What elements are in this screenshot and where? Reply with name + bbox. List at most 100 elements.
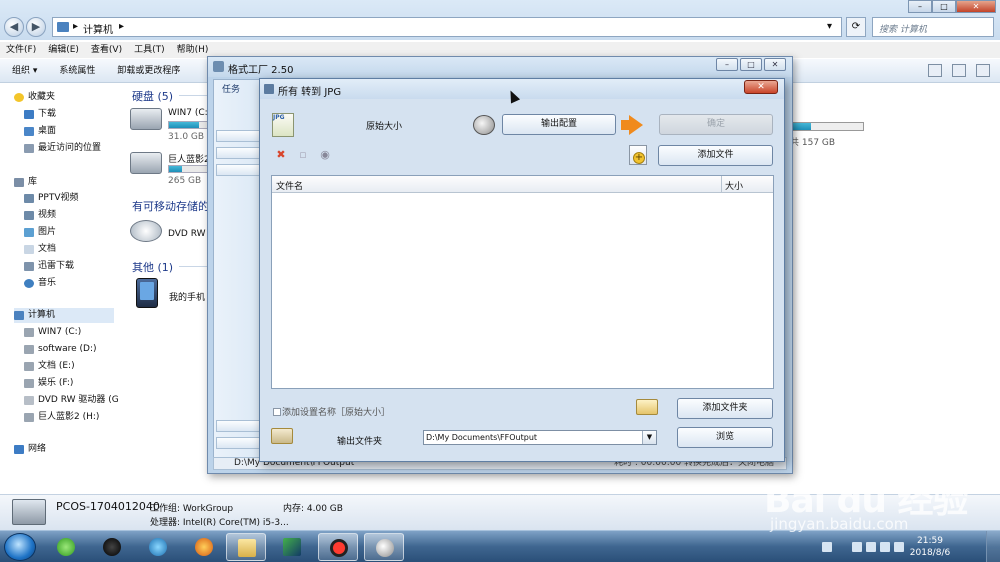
network-icon[interactable] bbox=[880, 542, 890, 552]
drive-capacity-text: 共 157 GB bbox=[790, 138, 836, 148]
add-folder-button[interactable]: 添加文件夹 bbox=[677, 398, 773, 419]
organize-button[interactable]: 组织 ▾ bbox=[12, 59, 37, 82]
formatfactory-titlebar[interactable]: 格式工厂 2.50 – □ ✕ bbox=[208, 57, 792, 77]
minimize-button[interactable]: – bbox=[716, 58, 738, 71]
close-button[interactable]: ✕ bbox=[764, 58, 786, 71]
add-file-button[interactable]: 添加文件 bbox=[658, 145, 773, 166]
help-icon[interactable] bbox=[976, 64, 990, 77]
drive-icon bbox=[130, 108, 162, 130]
start-button[interactable] bbox=[4, 533, 36, 561]
maximize-button[interactable]: □ bbox=[932, 0, 956, 13]
menu-help[interactable]: 帮助(H) bbox=[177, 42, 209, 58]
video-library-icon bbox=[24, 211, 34, 220]
close-button[interactable]: ✕ bbox=[956, 0, 996, 13]
drive-h[interactable]: 巨人蓝影2 265 GB bbox=[130, 152, 210, 188]
task-label[interactable]: 任务 bbox=[222, 82, 240, 95]
minimize-button[interactable]: – bbox=[908, 0, 932, 13]
forward-button[interactable]: ▶ bbox=[26, 17, 46, 37]
taskbar-app-formatfactory[interactable] bbox=[364, 533, 404, 561]
network-icon bbox=[14, 445, 24, 454]
back-button[interactable]: ◀ bbox=[4, 17, 24, 37]
taskbar-app-qq[interactable] bbox=[92, 533, 132, 561]
drive-c[interactable]: WIN7 (C: 31.0 GB bbox=[130, 108, 210, 144]
address-crumb-computer[interactable]: 计算机 bbox=[83, 21, 113, 36]
sidebar-item-computer[interactable]: 计算机 bbox=[14, 308, 114, 323]
download-icon bbox=[24, 110, 34, 119]
taskbar-app-360[interactable] bbox=[46, 533, 86, 561]
formatfactory-icon bbox=[213, 61, 224, 72]
arrow-right-icon bbox=[621, 115, 643, 135]
column-filename[interactable]: 文件名 bbox=[276, 179, 303, 192]
refresh-button[interactable]: ⟳ bbox=[846, 17, 866, 37]
menu-file[interactable]: 文件(F) bbox=[6, 42, 36, 58]
show-desktop-button[interactable] bbox=[986, 531, 1000, 562]
address-dropdown-icon[interactable]: ▾ bbox=[827, 21, 832, 32]
taskbar-app-green[interactable] bbox=[272, 533, 312, 561]
menu-view[interactable]: 查看(V) bbox=[91, 42, 122, 58]
dvd-icon bbox=[130, 220, 162, 242]
uninstall-program-button[interactable]: 卸载或更改程序 bbox=[117, 59, 180, 82]
drive-usage-bar bbox=[788, 122, 864, 131]
dialog-title: 所有 转到 JPG bbox=[278, 87, 342, 98]
output-folder-icon[interactable] bbox=[271, 428, 293, 444]
taskbar-app-explorer[interactable] bbox=[226, 533, 266, 561]
dialog-close-button[interactable]: ✕ bbox=[744, 80, 778, 94]
taskbar-app-player[interactable] bbox=[138, 533, 178, 561]
convert-dialog: 所有 转到 JPG ✕ JPG 原始大小 输出配置 确定 ✖ ▫ ◉ + 添加文… bbox=[259, 78, 785, 462]
search-input[interactable]: 搜索 计算机 bbox=[872, 17, 994, 37]
documents-icon bbox=[24, 245, 34, 254]
clear-list-icon[interactable]: ▫ bbox=[297, 149, 309, 161]
pc-name: PCOS-1704012040 bbox=[56, 500, 160, 513]
memory: 内存: 4.00 GB bbox=[283, 504, 343, 514]
dvd-drive[interactable]: DVD RW bbox=[130, 220, 210, 250]
taskbar-app-firefox[interactable] bbox=[184, 533, 224, 561]
settings-icon[interactable] bbox=[473, 115, 495, 135]
my-phone[interactable]: 我的手机 bbox=[136, 278, 216, 312]
360-icon bbox=[57, 538, 75, 556]
star-icon bbox=[14, 93, 24, 102]
preview-pane-icon[interactable] bbox=[952, 64, 966, 77]
maximize-button[interactable]: □ bbox=[740, 58, 762, 71]
firefox-icon bbox=[195, 538, 213, 556]
dialog-titlebar[interactable]: 所有 转到 JPG ✕ bbox=[260, 79, 784, 99]
group-other[interactable]: 其他 (1) bbox=[132, 259, 240, 275]
flag-icon[interactable] bbox=[866, 542, 876, 552]
formatfactory-title: 格式工厂 2.50 bbox=[228, 65, 294, 76]
library-icon bbox=[14, 178, 24, 187]
system-properties-button[interactable]: 系统属性 bbox=[59, 59, 95, 82]
address-separator-icon[interactable]: ▸ bbox=[119, 21, 124, 32]
navigation-pane: 收藏夹 下载 桌面 最近访问的位置 库 PPTV视频 视频 图片 文档 迅雷下载… bbox=[0, 84, 119, 494]
ok-button[interactable]: 确定 bbox=[659, 114, 773, 135]
output-folder-select[interactable]: D:\My Documents\FFOutput ▼ bbox=[423, 430, 657, 445]
dialog-icon bbox=[264, 84, 274, 94]
dropdown-arrow-icon[interactable]: ▼ bbox=[642, 431, 656, 444]
menu-edit[interactable]: 编辑(E) bbox=[48, 42, 79, 58]
view-options-icon[interactable] bbox=[928, 64, 942, 77]
music-icon bbox=[24, 279, 34, 288]
add-setting-name-checkbox[interactable]: 添加设置名称［原始大小］ bbox=[273, 405, 390, 418]
group-removable[interactable]: 有可移动存储的 bbox=[132, 198, 275, 214]
group-hard-disks[interactable]: 硬盘 (5) bbox=[132, 88, 240, 104]
browse-button[interactable]: 浏览 bbox=[677, 427, 773, 448]
checkbox-box[interactable] bbox=[273, 408, 281, 416]
play-icon[interactable]: ◉ bbox=[319, 149, 331, 161]
taskbar-app-recorder[interactable] bbox=[318, 533, 358, 561]
pictures-icon bbox=[24, 228, 34, 237]
folder-icon bbox=[636, 399, 658, 415]
tray-arrow-icon[interactable] bbox=[822, 542, 832, 552]
drive-c-usage-bar bbox=[168, 121, 208, 129]
clock[interactable]: 21:59 2018/8/6 bbox=[900, 535, 960, 559]
menu-tools[interactable]: 工具(T) bbox=[134, 42, 165, 58]
workgroup: 工作组: WorkGroup bbox=[150, 504, 234, 514]
address-bar[interactable]: ▸ 计算机 ▸ ▾ bbox=[52, 17, 842, 37]
column-size[interactable]: 大小 bbox=[725, 179, 743, 192]
output-settings-button[interactable]: 输出配置 bbox=[502, 114, 616, 135]
usb-icon[interactable] bbox=[852, 542, 862, 552]
add-file-icon: + bbox=[629, 145, 647, 165]
output-folder-label: 输出文件夹 bbox=[337, 437, 383, 447]
recent-places-icon bbox=[24, 144, 34, 153]
clock-time: 21:59 bbox=[917, 536, 943, 546]
address-separator-icon[interactable]: ▸ bbox=[73, 21, 78, 32]
file-list[interactable]: 文件名 大小 bbox=[271, 175, 774, 389]
remove-icon[interactable]: ✖ bbox=[275, 149, 287, 161]
